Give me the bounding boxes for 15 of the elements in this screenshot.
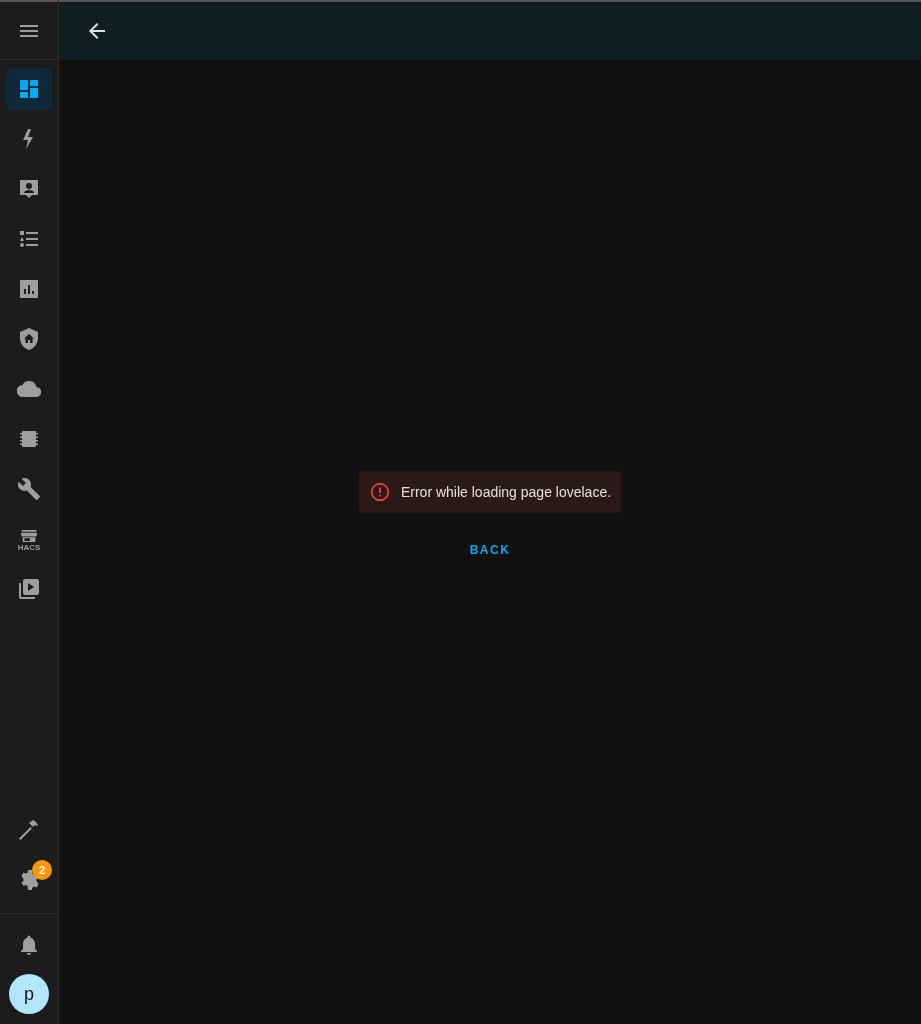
notification-badge: 2: [32, 860, 52, 880]
error-icon: [368, 481, 391, 503]
person-card-icon: [17, 177, 41, 201]
wrench-icon: [17, 477, 41, 501]
play-box-icon: [17, 577, 41, 601]
shield-home-icon: [17, 327, 41, 351]
bar-chart-icon: [17, 277, 41, 301]
hammer-icon: [17, 818, 41, 842]
user-avatar[interactable]: p: [9, 974, 49, 1014]
sidebar-item[interactable]: [6, 68, 52, 110]
error-message: Error while loading page lovelace.: [400, 484, 612, 500]
back-button[interactable]: BACK: [457, 535, 523, 565]
sidebar-item[interactable]: HACS: [6, 518, 52, 560]
dashboard-icon: [17, 77, 41, 101]
icon-label: HACS: [17, 542, 41, 552]
